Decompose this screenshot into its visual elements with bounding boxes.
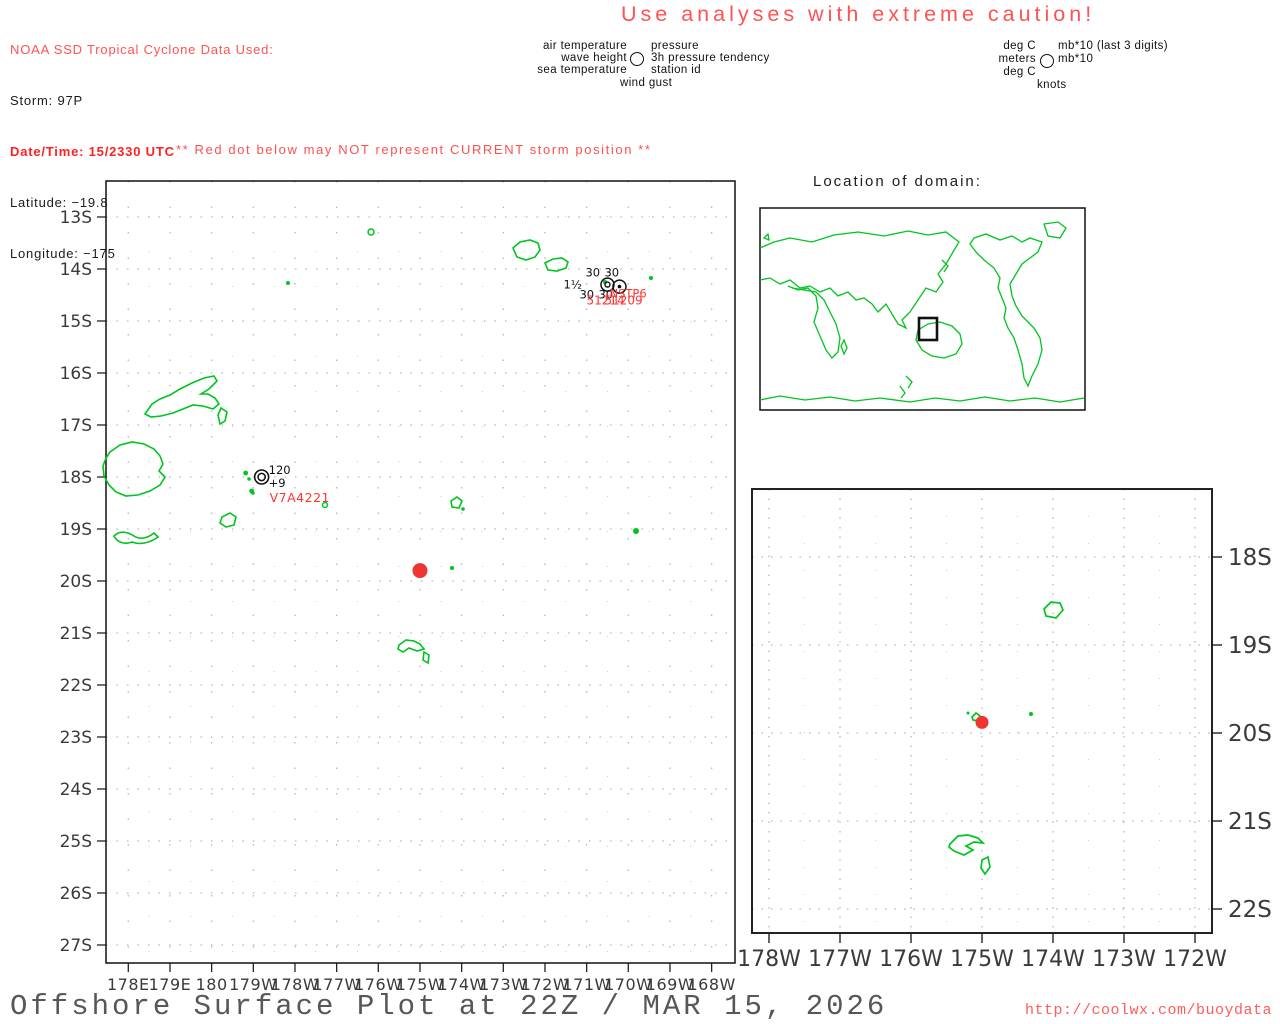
x-tick-label: 172W	[1163, 947, 1227, 972]
station-id: V7A4221	[270, 490, 330, 505]
y-tick-label: 25S	[60, 832, 92, 852]
y-tick-label: 27S	[60, 936, 92, 956]
legend-degc-sea-label: deg C	[1003, 66, 1036, 78]
y-tick-label: 21S	[1228, 809, 1272, 835]
storm-position-dot	[412, 563, 428, 579]
island-coastline	[450, 496, 463, 509]
legend-knots-label: knots	[1037, 79, 1067, 91]
world-coastline	[969, 233, 1043, 388]
island-speck	[633, 528, 639, 534]
island-coastline	[219, 512, 237, 528]
header-storm-line: Storm: 97P	[10, 93, 84, 108]
legend-station-id-label: station id	[651, 64, 702, 76]
island-coastline	[113, 531, 160, 545]
station-circle-icon	[630, 52, 644, 66]
y-tick-label: 19S	[60, 520, 92, 540]
island-coastline	[143, 375, 221, 418]
zoom-map: 178W 177W 176W 175W 174W 173W 172W 18S 19S 20S 21S…	[737, 488, 1272, 972]
y-tick-label: 16S	[60, 364, 92, 384]
island-coastline	[980, 855, 991, 876]
y-tick-label: 21S	[60, 624, 92, 644]
y-tick-label: 26S	[60, 884, 92, 904]
world-coastline	[759, 395, 1085, 403]
y-tick-label: 20S	[60, 572, 92, 592]
y-tick-label: 13S	[60, 208, 92, 228]
station-circle	[253, 469, 270, 485]
legend-wind-gust-label: wind gust	[620, 77, 673, 89]
y-tick-label: 17S	[60, 416, 92, 436]
station-pressure: 30	[604, 266, 619, 280]
y-tick-label: 23S	[60, 728, 92, 748]
island-coastline	[397, 639, 426, 653]
island-speck	[966, 711, 970, 715]
island-speck	[247, 477, 251, 481]
island-speck	[286, 281, 290, 285]
x-tick-label: 177W	[808, 947, 872, 972]
y-tick-label: 22S	[1228, 897, 1272, 923]
island-coastline	[102, 441, 167, 497]
inset-frame	[759, 207, 1086, 411]
world-coastline	[840, 338, 848, 356]
x-tick-label: 174W	[1021, 947, 1085, 972]
world-coastline	[1043, 221, 1067, 239]
world-coastline	[899, 375, 913, 399]
legend-pressure-tendency-label: 3h pressure tendency	[651, 52, 770, 64]
station-air-temp: 30	[585, 266, 600, 280]
island-speck	[450, 566, 454, 570]
y-tick-label: 24S	[60, 780, 92, 800]
world-coastline	[762, 232, 770, 242]
world-coastline	[759, 230, 960, 330]
island-coastline	[217, 406, 228, 426]
legend-mb10-label: mb*10	[1058, 53, 1094, 65]
station-pressure: 120	[269, 463, 291, 477]
storm-position-dot	[975, 715, 989, 729]
x-tick-label: 175W	[950, 947, 1014, 972]
legend-sea-temperature-label: sea temperature	[537, 64, 627, 76]
offshore-surface-plot-page: NOAA SSD Tropical Cyclone Data Used: Sto…	[0, 0, 1280, 1024]
legend-air-temperature-label: air temperature	[543, 40, 627, 52]
island-coastline	[512, 239, 541, 261]
island-speck	[367, 228, 375, 236]
island-speck	[649, 276, 653, 280]
station-pressure-tendency: +9	[269, 476, 286, 490]
legend-wave-height-label: wave height	[561, 52, 627, 64]
island-speck	[243, 470, 249, 476]
caution-banner: Use analyses with extreme caution!	[621, 2, 1096, 26]
island-coastline	[948, 834, 986, 856]
island-coastline	[422, 650, 430, 665]
storm-position-warning: ** Red dot below may NOT represent CURRE…	[176, 142, 652, 157]
world-coastline	[787, 285, 841, 359]
plot-title: Offshore Surface Plot at 22Z / MAR 15, 2…	[10, 990, 888, 1023]
y-tick-label: 14S	[60, 260, 92, 280]
station-circle-icon	[1040, 54, 1054, 68]
y-tick-label: 15S	[60, 312, 92, 332]
domain-box	[917, 316, 939, 342]
source-url: http://coolwx.com/buoydata	[1024, 1002, 1272, 1019]
x-tick-label: 173W	[1092, 947, 1156, 972]
y-tick-label: 22S	[60, 676, 92, 696]
y-tick-label: 18S	[1228, 545, 1272, 571]
x-tick-label: 176W	[879, 947, 943, 972]
inset-title: Location of domain:	[813, 173, 982, 190]
island-speck	[1029, 712, 1033, 716]
island-speck	[461, 507, 465, 511]
island-speck	[249, 488, 255, 494]
legend-mb10-last3-label: mb*10 (last 3 digits)	[1058, 40, 1169, 52]
legend-degc-air-label: deg C	[1003, 40, 1036, 52]
station-id: 51209	[604, 294, 642, 308]
legend-pressure-label: pressure	[651, 40, 699, 52]
y-tick-label: 19S	[1228, 633, 1272, 659]
island-coastline	[543, 257, 569, 272]
header-source-line: NOAA SSD Tropical Cyclone Data Used:	[10, 42, 274, 57]
y-tick-label: 18S	[60, 468, 92, 488]
y-tick-label: 20S	[1228, 721, 1272, 747]
main-map: 178E 179E 180 179W178W177W176W175W174W173W1…	[60, 180, 736, 994]
world-map-inset	[759, 207, 1086, 411]
legend-meters-label: meters	[998, 53, 1036, 65]
x-tick-label: 178W	[737, 947, 801, 972]
